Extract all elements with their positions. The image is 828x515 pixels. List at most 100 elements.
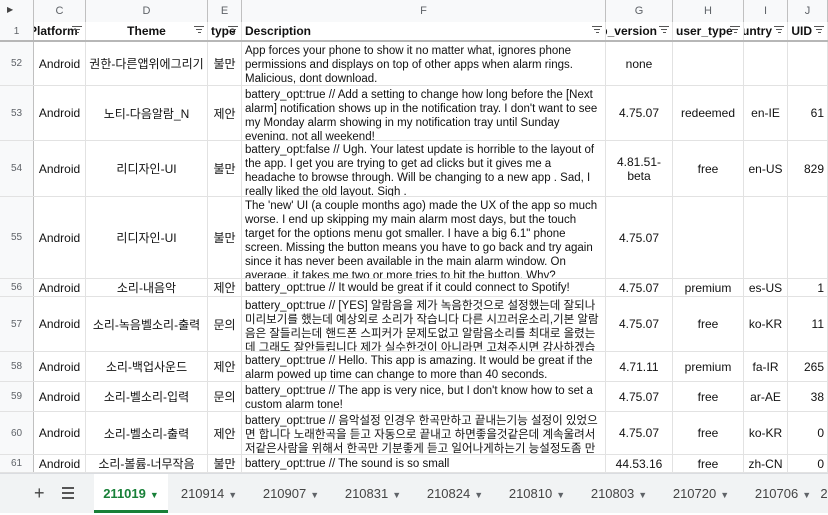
type-cell[interactable]: 제안 xyxy=(208,352,242,381)
uid-cell[interactable] xyxy=(788,197,828,278)
header-description[interactable]: Description xyxy=(242,22,606,40)
filter-icon[interactable] xyxy=(228,26,238,35)
user-type-cell[interactable]: premium xyxy=(673,352,744,381)
user-type-cell[interactable] xyxy=(673,197,744,278)
platform-cell[interactable]: Android xyxy=(34,141,86,196)
header-type[interactable]: type xyxy=(208,22,242,40)
type-cell[interactable]: 불만 xyxy=(208,141,242,196)
user-type-cell[interactable]: redeemed xyxy=(673,86,744,140)
user-type-cell[interactable] xyxy=(673,42,744,85)
theme-cell[interactable]: 노티-다음알람_N xyxy=(86,86,208,140)
platform-cell[interactable]: Android xyxy=(34,279,86,296)
header-user-type[interactable]: user_type xyxy=(673,22,744,40)
app-version-cell[interactable]: none xyxy=(606,42,673,85)
sheet-tab[interactable]: 210914 ▼ xyxy=(168,474,250,513)
app-version-cell[interactable]: 4.75.07 xyxy=(606,86,673,140)
description-cell[interactable]: battery_opt:true // It would be great if… xyxy=(242,279,606,296)
header-platform[interactable]: Platform xyxy=(34,22,86,40)
caret-down-icon[interactable]: ▼ xyxy=(802,490,811,500)
theme-cell[interactable]: 소리-벨소리-출력 xyxy=(86,412,208,454)
row-number[interactable]: 57 xyxy=(0,297,34,351)
user-country-cell[interactable] xyxy=(744,197,788,278)
user-type-cell[interactable]: premium xyxy=(673,279,744,296)
description-cell[interactable]: The 'new' UI (a couple months ago) made … xyxy=(242,197,606,278)
caret-down-icon[interactable]: ▼ xyxy=(638,490,647,500)
platform-cell[interactable]: Android xyxy=(34,297,86,351)
app-version-cell[interactable]: 44.53.16 xyxy=(606,455,673,472)
caret-down-icon[interactable]: ▼ xyxy=(392,490,401,500)
sheet-tab[interactable]: 210824 ▼ xyxy=(414,474,496,513)
column-letter-e[interactable]: E xyxy=(208,0,242,22)
row-number[interactable]: 58 xyxy=(0,352,34,381)
type-cell[interactable]: 불만 xyxy=(208,42,242,85)
filter-icon[interactable] xyxy=(72,26,82,35)
type-cell[interactable]: 문의 xyxy=(208,382,242,411)
caret-down-icon[interactable]: ▼ xyxy=(474,490,483,500)
uid-cell[interactable] xyxy=(788,42,828,85)
description-cell[interactable]: battery_opt:true // The sound is so smal… xyxy=(242,455,606,472)
column-letter-h[interactable]: H xyxy=(673,0,744,22)
filter-icon[interactable] xyxy=(814,26,824,35)
platform-cell[interactable]: Android xyxy=(34,352,86,381)
caret-down-icon[interactable]: ▼ xyxy=(310,490,319,500)
description-cell[interactable]: battery_opt:true // Add a setting to cha… xyxy=(242,86,606,140)
user-country-cell[interactable]: en-US xyxy=(744,141,788,196)
header-user-country[interactable]: user_country xyxy=(744,22,788,40)
column-letter-j[interactable]: J xyxy=(788,0,828,22)
filter-icon[interactable] xyxy=(592,26,602,35)
theme-cell[interactable]: 권한-다른앱위에그리기 xyxy=(86,42,208,85)
type-cell[interactable]: 제안 xyxy=(208,279,242,296)
user-country-cell[interactable]: ko-KR xyxy=(744,297,788,351)
uid-cell[interactable]: 61 xyxy=(788,86,828,140)
type-cell[interactable]: 불만 xyxy=(208,197,242,278)
app-version-cell[interactable]: 4.81.51-beta xyxy=(606,141,673,196)
description-cell[interactable]: battery_opt:true // The app is very nice… xyxy=(242,382,606,411)
user-country-cell[interactable] xyxy=(744,42,788,85)
platform-cell[interactable]: Android xyxy=(34,455,86,472)
uid-cell[interactable]: 0 xyxy=(788,455,828,472)
row-number[interactable]: 55 xyxy=(0,197,34,278)
spreadsheet-grid[interactable]: ▶ C D E F G H I J 1 Platform Theme type … xyxy=(0,0,828,473)
tab-active-sheet[interactable]: 211019 ▼ xyxy=(94,474,168,513)
app-version-cell[interactable]: 4.71.11 xyxy=(606,352,673,381)
row-number[interactable]: 52 xyxy=(0,42,34,85)
sheet-list-icon[interactable] xyxy=(62,487,74,502)
app-version-cell[interactable]: 4.75.07 xyxy=(606,197,673,278)
sheet-tab[interactable]: 210831 ▼ xyxy=(332,474,414,513)
theme-cell[interactable]: 리디자인-UI xyxy=(86,141,208,196)
caret-down-icon[interactable]: ▼ xyxy=(556,490,565,500)
row-number[interactable]: 59 xyxy=(0,382,34,411)
type-cell[interactable]: 제안 xyxy=(208,412,242,454)
user-type-cell[interactable]: free xyxy=(673,455,744,472)
user-country-cell[interactable]: zh-CN xyxy=(744,455,788,472)
theme-cell[interactable]: 소리-녹음벨소리-출력 xyxy=(86,297,208,351)
row-number[interactable]: 61 xyxy=(0,455,34,472)
theme-cell[interactable]: 소리-볼륨-너무작음 xyxy=(86,455,208,472)
user-country-cell[interactable]: ko-KR xyxy=(744,412,788,454)
sheet-tab[interactable]: 210720 ▼ xyxy=(660,474,742,513)
platform-cell[interactable]: Android xyxy=(34,412,86,454)
theme-cell[interactable]: 소리-내음악 xyxy=(86,279,208,296)
theme-cell[interactable]: 소리-벨소리-입력 xyxy=(86,382,208,411)
uid-cell[interactable]: 0 xyxy=(788,412,828,454)
description-cell[interactable]: battery_opt:true // Hello. This app is a… xyxy=(242,352,606,381)
app-version-cell[interactable]: 4.75.07 xyxy=(606,412,673,454)
uid-cell[interactable]: 829 xyxy=(788,141,828,196)
header-theme[interactable]: Theme xyxy=(86,22,208,40)
description-cell[interactable]: App forces your phone to show it no matt… xyxy=(242,42,606,85)
app-version-cell[interactable]: 4.75.07 xyxy=(606,382,673,411)
description-cell[interactable]: battery_opt:false // Ugh. Your latest up… xyxy=(242,141,606,196)
header-app-version[interactable]: app_version xyxy=(606,22,673,40)
platform-cell[interactable]: Android xyxy=(34,382,86,411)
user-country-cell[interactable]: ar-AE xyxy=(744,382,788,411)
filter-icon[interactable] xyxy=(730,26,740,35)
caret-down-icon[interactable]: ▼ xyxy=(150,490,159,500)
sheet-tab[interactable]: 210803 ▼ xyxy=(578,474,660,513)
plus-icon[interactable]: + xyxy=(34,484,45,502)
platform-cell[interactable]: Android xyxy=(34,197,86,278)
uid-cell[interactable]: 38 xyxy=(788,382,828,411)
filter-icon[interactable] xyxy=(774,26,784,35)
user-type-cell[interactable]: free xyxy=(673,382,744,411)
row-number[interactable]: 60 xyxy=(0,412,34,454)
sheet-tab[interactable]: 210810 ▼ xyxy=(496,474,578,513)
